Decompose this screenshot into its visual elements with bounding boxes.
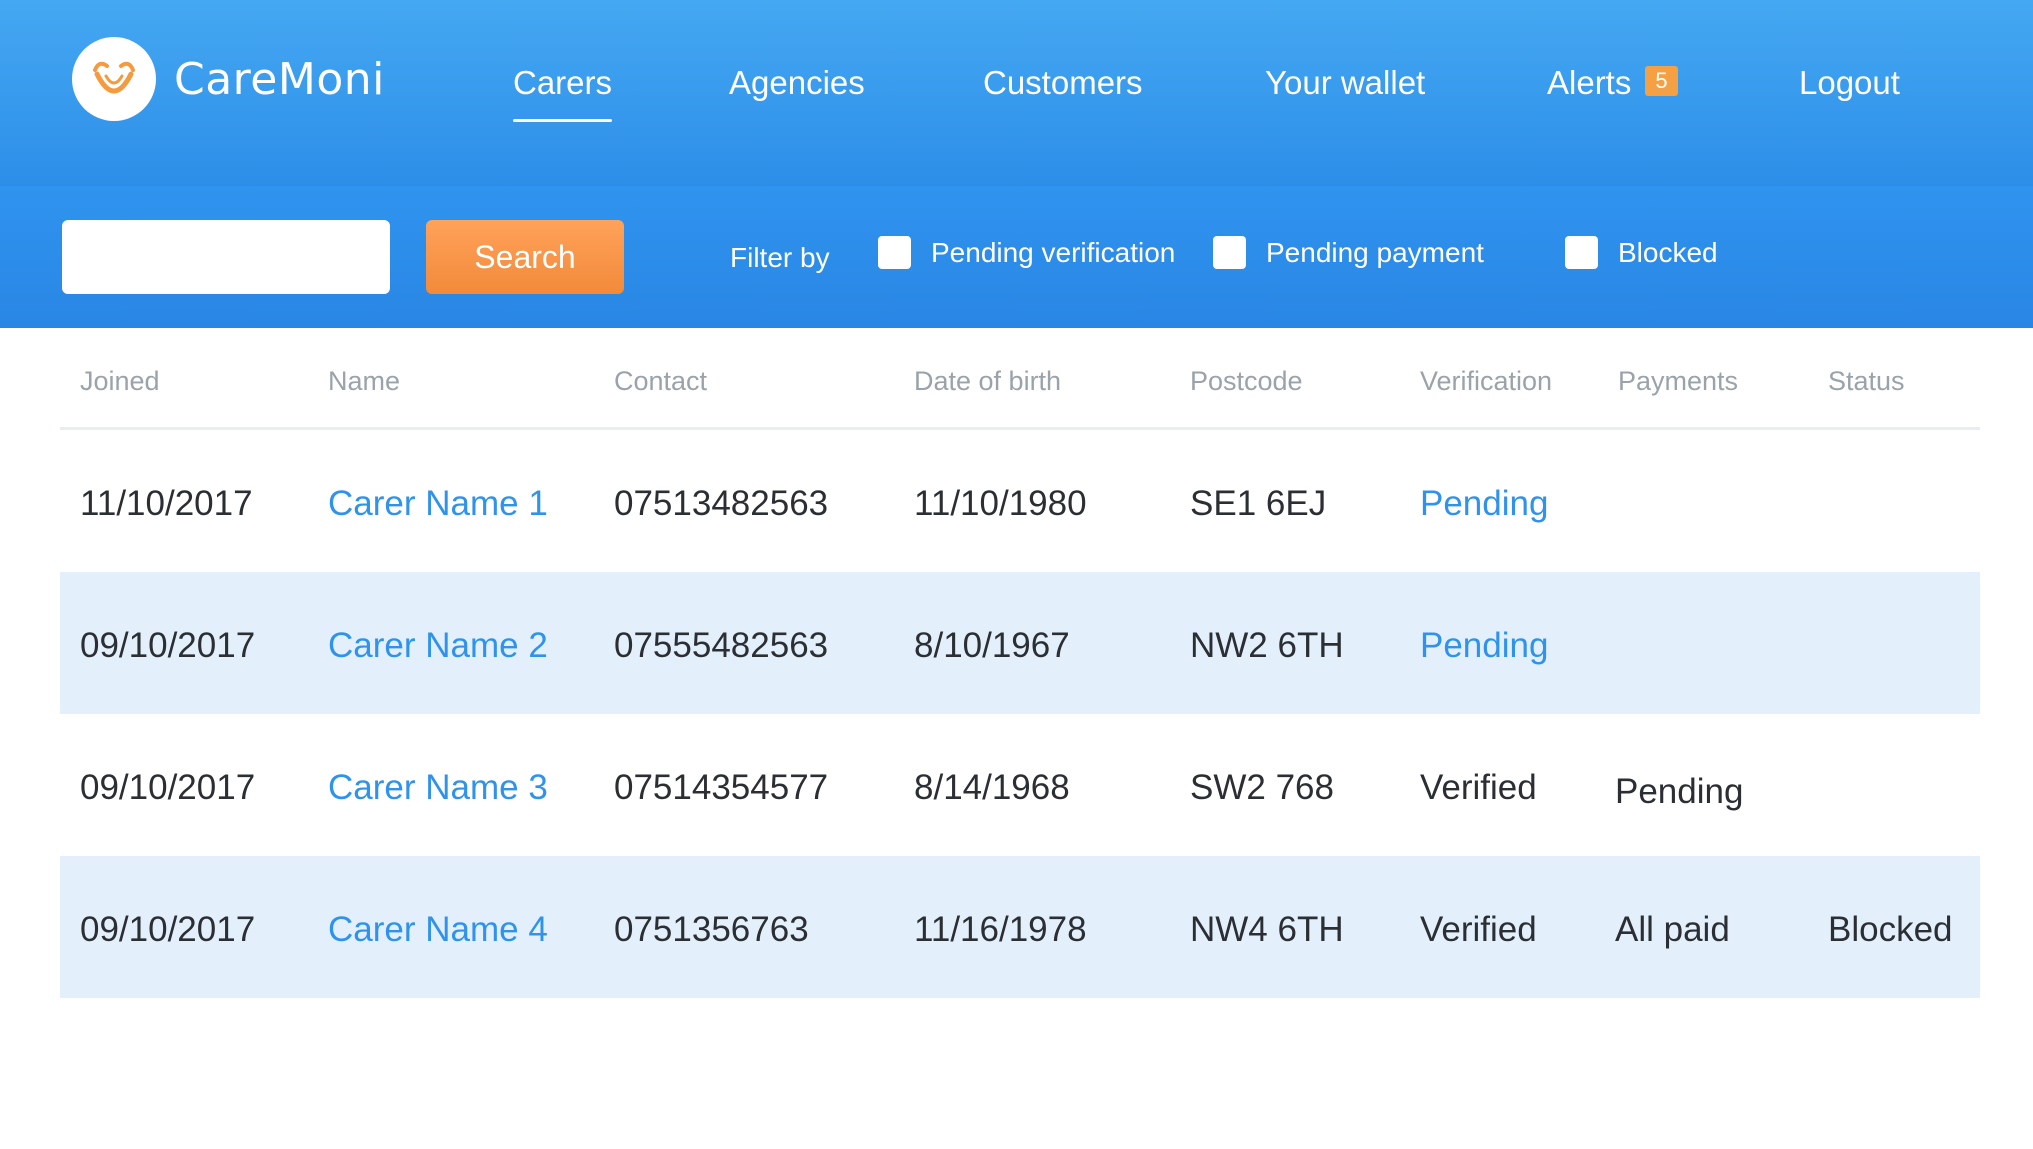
pending-payment-checkbox[interactable]: [1213, 236, 1246, 269]
nav-customers[interactable]: Customers: [983, 64, 1143, 102]
search-filter-bar: Search Filter by Pending verification Pe…: [0, 186, 2033, 328]
cell-joined: 09/10/2017: [80, 626, 256, 665]
column-header-date-of-birth[interactable]: Date of birth: [914, 366, 1061, 397]
filter-pending-verification[interactable]: Pending verification: [878, 236, 1175, 269]
filter-pending-payment[interactable]: Pending payment: [1213, 236, 1484, 269]
column-header-postcode[interactable]: Postcode: [1190, 366, 1303, 397]
cell-postcode: NW2 6TH: [1190, 626, 1344, 665]
cell-verification: Verified: [1420, 910, 1537, 949]
column-header-name[interactable]: Name: [328, 366, 400, 397]
search-button[interactable]: Search: [426, 220, 624, 294]
top-nav-bar: CareMoni Carers Agencies Customers Your …: [0, 0, 2033, 186]
nav-alerts-label: Alerts: [1547, 64, 1632, 101]
table-header: Joined Name Contact Date of birth Postco…: [60, 340, 1980, 430]
filter-blocked[interactable]: Blocked: [1565, 236, 1718, 269]
filter-option-label: Blocked: [1618, 236, 1718, 268]
cell-joined: 11/10/2017: [80, 484, 253, 523]
blocked-checkbox[interactable]: [1565, 236, 1598, 269]
pending-verification-checkbox[interactable]: [878, 236, 911, 269]
column-header-payments[interactable]: Payments: [1618, 366, 1738, 397]
filter-option-label: Pending verification: [931, 236, 1176, 268]
column-header-contact[interactable]: Contact: [614, 366, 707, 397]
table-row[interactable]: 09/10/2017 Carer Name 3 07514354577 8/14…: [60, 714, 1980, 856]
cell-postcode: SW2 768: [1190, 768, 1334, 807]
cell-contact: 07514354577: [614, 768, 829, 807]
cell-status: Blocked: [1828, 910, 1953, 949]
logo-smile-icon: [72, 37, 156, 121]
cell-date-of-birth: 11/16/1978: [914, 910, 1087, 949]
carer-name-link[interactable]: Carer Name 4: [328, 910, 548, 950]
cell-payments: Pending: [1615, 772, 1744, 811]
column-header-verification[interactable]: Verification: [1420, 366, 1552, 397]
nav-your-wallet[interactable]: Your wallet: [1265, 64, 1425, 102]
cell-joined: 09/10/2017: [80, 910, 256, 949]
nav-agencies[interactable]: Agencies: [729, 64, 865, 102]
cell-joined: 09/10/2017: [80, 768, 256, 807]
cell-postcode: SE1 6EJ: [1190, 484, 1327, 523]
nav-alerts[interactable]: Alerts 5: [1547, 64, 1678, 102]
cell-verification: Verified: [1420, 768, 1537, 807]
nav-logout[interactable]: Logout: [1799, 64, 1900, 102]
app-name: CareMoni: [174, 53, 385, 105]
nav-carers[interactable]: Carers: [513, 64, 613, 122]
cell-payments: All paid: [1615, 910, 1730, 949]
alerts-count-badge: 5: [1645, 66, 1678, 96]
carer-name-link[interactable]: Carer Name 3: [328, 768, 548, 808]
table-body: 11/10/2017 Carer Name 1 07513482563 11/1…: [60, 430, 1980, 998]
search-input[interactable]: [62, 220, 390, 294]
table-row[interactable]: 09/10/2017 Carer Name 2 07555482563 8/10…: [60, 572, 1980, 714]
cell-contact: 07513482563: [614, 484, 829, 523]
cell-contact: 0751356763: [614, 910, 809, 949]
cell-date-of-birth: 8/14/1968: [914, 768, 1070, 807]
verification-pending-link[interactable]: Pending: [1420, 484, 1548, 524]
cell-date-of-birth: 8/10/1967: [914, 626, 1070, 665]
carer-name-link[interactable]: Carer Name 1: [328, 484, 548, 524]
app-logo[interactable]: CareMoni: [72, 37, 385, 121]
carer-name-link[interactable]: Carer Name 2: [328, 626, 548, 666]
filter-by-label: Filter by: [730, 242, 830, 273]
table-row[interactable]: 09/10/2017 Carer Name 4 0751356763 11/16…: [60, 856, 1980, 998]
column-header-joined[interactable]: Joined: [80, 366, 160, 397]
cell-contact: 07555482563: [614, 626, 829, 665]
carers-table: Joined Name Contact Date of birth Postco…: [60, 340, 1980, 998]
filter-option-label: Pending payment: [1266, 236, 1484, 268]
table-row[interactable]: 11/10/2017 Carer Name 1 07513482563 11/1…: [60, 430, 1980, 572]
column-header-status[interactable]: Status: [1828, 366, 1905, 397]
cell-postcode: NW4 6TH: [1190, 910, 1344, 949]
verification-pending-link[interactable]: Pending: [1420, 626, 1548, 666]
cell-date-of-birth: 11/10/1980: [914, 484, 1087, 523]
